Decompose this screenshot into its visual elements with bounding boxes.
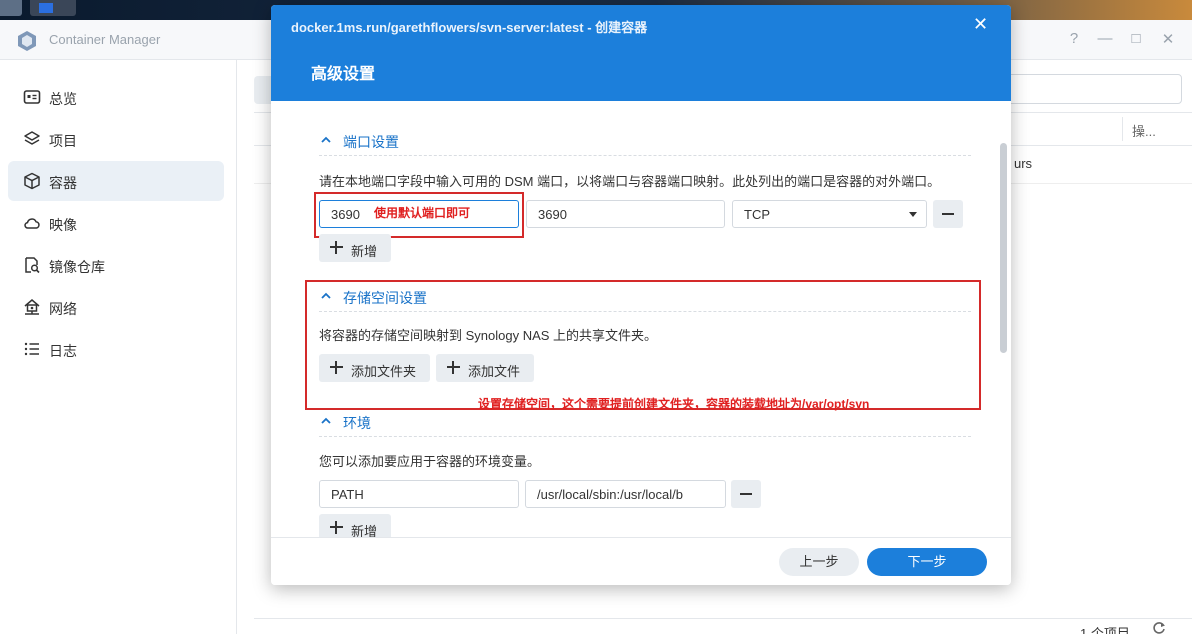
section-header-ports[interactable]: 端口设置 [319, 126, 971, 156]
remove-env-button[interactable] [731, 480, 761, 508]
container-icon [24, 172, 40, 190]
registry-search-icon [25, 257, 40, 274]
dialog-image-path: docker.1ms.run/garethflowers/svn-server:… [291, 20, 648, 35]
section-title: 环境 [343, 415, 371, 431]
table-footer: 1 个项目 [254, 618, 1192, 634]
overview-icon [23, 90, 41, 104]
refresh-icon[interactable] [1152, 621, 1166, 634]
section-title: 端口设置 [343, 134, 399, 150]
port-description: 请在本地端口字段中输入可用的 DSM 端口，以将端口与容器端口映射。此处列出的端… [319, 174, 941, 189]
sidebar-item-label: 总览 [49, 91, 77, 107]
sidebar-item-projects[interactable]: 项目 [8, 119, 224, 159]
section-header-storage[interactable]: 存储空间设置 [319, 282, 971, 312]
storage-description: 将容器的存储空间映射到 Synology NAS 上的共享文件夹。 [319, 328, 658, 343]
environment-description: 您可以添加要应用于容器的环境变量。 [319, 454, 541, 469]
taskbar-tab-active[interactable] [30, 0, 76, 16]
add-port-label: 新增 [351, 244, 378, 259]
add-env-label: 新增 [351, 524, 378, 537]
sidebar-item-registry[interactable]: 镜像仓库 [8, 245, 224, 285]
sidebar-item-label: 镜像仓库 [49, 259, 105, 275]
remove-port-button[interactable] [933, 200, 963, 228]
add-port-button[interactable]: 新增 [319, 234, 391, 262]
sidebar: 总览 项目 容器 映像 镜像仓库 网络 日志 [0, 60, 237, 634]
minimize-icon[interactable]: — [1097, 30, 1113, 47]
table-cell: urs [1014, 156, 1033, 171]
next-button[interactable]: 下一步 [867, 548, 987, 576]
dialog-title: 高级设置 [311, 66, 376, 83]
scrollbar[interactable] [1000, 143, 1007, 353]
env-variable-name-input[interactable]: PATH [319, 480, 519, 508]
dialog-close-icon[interactable]: ✕ [973, 14, 988, 35]
chevron-up-icon[interactable] [319, 414, 333, 428]
cloud-icon [24, 218, 40, 229]
plus-icon [447, 361, 460, 374]
sidebar-item-logs[interactable]: 日志 [8, 329, 224, 369]
add-folder-button[interactable]: 添加文件夹 [319, 354, 430, 382]
sidebar-item-network[interactable]: 网络 [8, 287, 224, 327]
minus-icon [942, 213, 954, 215]
chevron-up-icon[interactable] [319, 289, 333, 303]
minus-icon [740, 493, 752, 495]
taskbar-tab[interactable] [0, 0, 22, 16]
item-count: 1 个项目 [1080, 626, 1130, 634]
container-port-input[interactable]: 3690 [526, 200, 725, 228]
add-env-button[interactable]: 新增 [319, 514, 391, 537]
section-header-environment[interactable]: 环境 [319, 407, 971, 437]
maximize-icon[interactable]: □ [1128, 30, 1144, 47]
env-variable-value-input[interactable]: /usr/local/sbin:/usr/local/b [525, 480, 726, 508]
dialog-body: 端口设置 请在本地端口字段中输入可用的 DSM 端口，以将端口与容器端口映射。此… [271, 101, 1011, 537]
chevron-up-icon[interactable] [319, 133, 333, 147]
annotation-port-text: 使用默认端口即可 [374, 206, 471, 220]
create-container-dialog: docker.1ms.run/garethflowers/svn-server:… [271, 5, 1011, 585]
column-header-ops[interactable]: 操... [1132, 121, 1156, 140]
dialog-footer: 上一步 下一步 [271, 537, 1011, 585]
add-folder-label: 添加文件夹 [351, 364, 417, 379]
previous-button[interactable]: 上一步 [779, 548, 859, 576]
chevron-down-icon [909, 212, 917, 217]
plus-icon [330, 521, 343, 534]
app-title: Container Manager [49, 32, 161, 47]
sidebar-item-overview[interactable]: 总览 [8, 77, 224, 117]
protocol-select[interactable]: TCP [732, 200, 927, 228]
sidebar-item-label: 映像 [49, 217, 77, 233]
section-title: 存储空间设置 [343, 290, 427, 306]
plus-icon [330, 361, 343, 374]
dialog-header: docker.1ms.run/garethflowers/svn-server:… [271, 5, 1011, 101]
sidebar-item-label: 容器 [49, 175, 77, 191]
sidebar-item-containers[interactable]: 容器 [8, 161, 224, 201]
add-file-label: 添加文件 [468, 364, 521, 379]
help-icon[interactable]: ? [1066, 30, 1082, 47]
network-house-icon [24, 299, 40, 315]
sidebar-item-images[interactable]: 映像 [8, 203, 224, 243]
plus-icon [330, 241, 343, 254]
column-divider [1122, 117, 1123, 141]
add-file-button[interactable]: 添加文件 [436, 354, 534, 382]
sidebar-item-label: 日志 [49, 343, 77, 359]
sidebar-item-label: 项目 [49, 133, 77, 149]
list-icon [24, 342, 39, 356]
close-icon[interactable]: ✕ [1160, 30, 1176, 48]
search-input[interactable]: 索 [987, 74, 1182, 104]
protocol-value: TCP [744, 207, 770, 222]
sidebar-item-label: 网络 [49, 301, 77, 317]
container-manager-logo-icon [18, 31, 36, 51]
layers-icon [24, 131, 40, 145]
app-window-icon [39, 3, 53, 13]
